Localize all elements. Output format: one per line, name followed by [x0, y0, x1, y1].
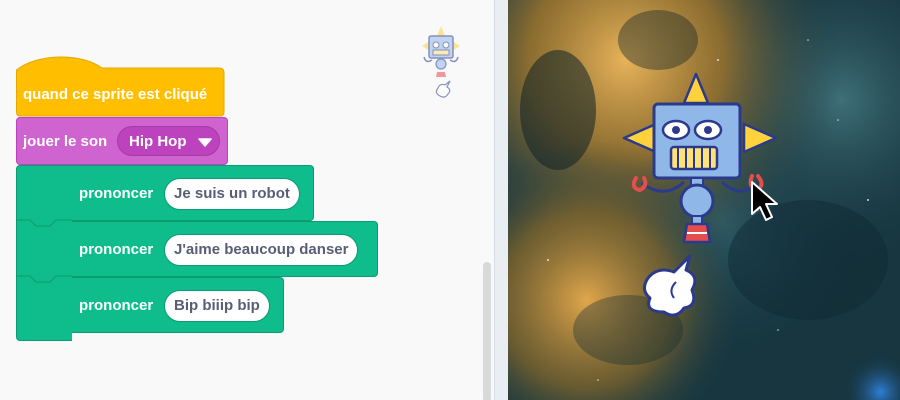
code-scrollbar-thumb[interactable]	[483, 262, 491, 400]
code-area[interactable]: quand ce sprite est cliqué jouer le son …	[0, 0, 494, 400]
sound-dropdown[interactable]: Hip Hop	[117, 126, 220, 156]
block-separators	[17, 219, 72, 283]
panel-divider	[494, 0, 508, 400]
sound-dropdown-value: Hip Hop	[129, 133, 187, 150]
play-sound-label: jouer le son	[23, 133, 108, 150]
stage[interactable]	[508, 0, 900, 400]
triangle-down-icon	[198, 138, 212, 147]
play-sound-block[interactable]: jouer le son Hip Hop	[16, 117, 228, 165]
nebula-backdrop	[508, 0, 900, 400]
hat-block-label: quand ce sprite est cliqué	[23, 86, 208, 103]
sprite-thumbnail	[422, 26, 460, 98]
